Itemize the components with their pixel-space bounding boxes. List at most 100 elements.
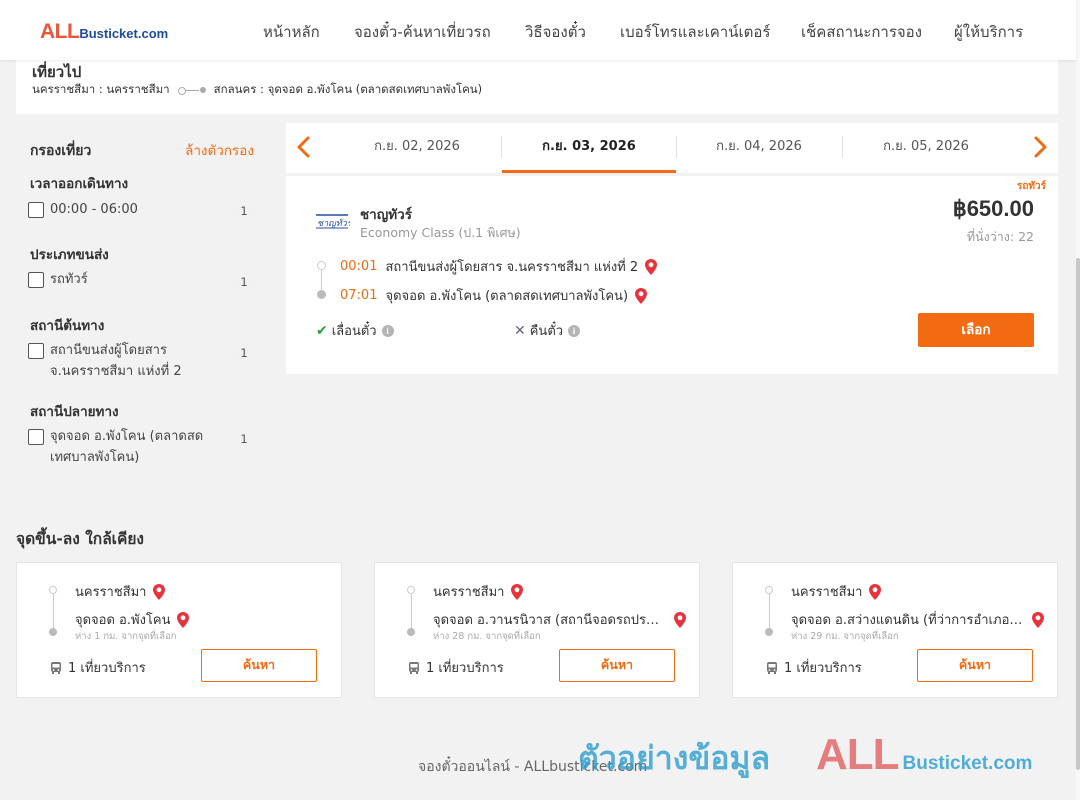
site-header: ALLBusticket.com หน้าหลัก จองตั๋ว-ค้นหาเ… [0, 0, 1076, 60]
watermark-logo: ALL Busticket.com [816, 730, 1032, 780]
filter-option-origin[interactable]: สถานีขนส่งผู้โดยสาร จ.นครราชสีมา แห่งที่… [28, 343, 258, 382]
bus-icon [409, 661, 419, 674]
nav-how-to-book[interactable]: วิธีจองตั๋ว [525, 20, 586, 44]
clear-filters-link[interactable]: ล้างตัวกรอง [185, 139, 254, 161]
operator-name: ชาญทัวร์ [360, 207, 412, 223]
date-tab-4[interactable]: ก.ย. 05, 2026 [842, 123, 1010, 173]
filter-group-departure-time: เวลาออกเดินทาง [30, 176, 129, 192]
reschedule-label: เลื่อนตั๋ว [331, 324, 377, 339]
filter-group-destination-station: สถานีปลายทาง [30, 404, 119, 420]
map-pin-icon[interactable] [673, 611, 687, 629]
nearby-search-button[interactable]: ค้นหา [559, 649, 675, 682]
date-tab-2-active[interactable]: ก.ย. 03, 2026 [502, 123, 676, 173]
cross-icon: ✕ [514, 322, 526, 339]
scrollbar-thumb[interactable] [1076, 258, 1080, 770]
prev-date-arrow-icon[interactable] [294, 133, 314, 161]
checkbox[interactable] [28, 343, 44, 359]
next-date-arrow-icon[interactable] [1030, 133, 1050, 161]
service-class: Economy Class (ป.1 พิเศษ) [360, 225, 521, 240]
bus-icon [51, 661, 61, 674]
checkbox[interactable] [28, 429, 44, 445]
svg-text:ชาญทัวร์: ชาญทัวร์ [317, 218, 350, 229]
timeline-end-dot [407, 628, 415, 636]
bus-icon [767, 661, 777, 674]
page-scrollbar[interactable] [1076, 0, 1080, 800]
departure-time: 00:01 [340, 259, 378, 274]
watermark-logo-rest: Busticket.com [902, 753, 1033, 774]
nearby-destination-name: จุดจอด อ.วานรนิวาส (สถานีจอดรถประจำทาง) [433, 613, 665, 628]
info-icon[interactable]: i [381, 324, 394, 337]
date-tab-3[interactable]: ก.ย. 04, 2026 [676, 123, 842, 173]
vehicle-type-tag: รถทัวร์ [1016, 181, 1046, 192]
nav-home[interactable]: หน้าหลัก [263, 20, 320, 44]
departure-place: สถานีขนส่งผู้โดยสาร จ.นครราชสีมา แห่งที่… [385, 260, 639, 275]
filter-title: กรองเที่ยว [30, 143, 92, 159]
nearby-origin: นครราชสีมา [433, 581, 524, 602]
filter-count-badge: 1 [232, 342, 256, 364]
nearby-trips-label: 1 เที่ยวบริการ [784, 661, 862, 676]
filter-option-label: รถทัวร์ [50, 272, 88, 287]
timeline-start-dot [407, 586, 415, 594]
trip-origin: นครราชสีมา : นครราชสีมา [32, 82, 170, 96]
nearby-destination: จุดจอด อ.วานรนิวาส (สถานีจอดรถประจำทาง) [433, 609, 687, 630]
timeline-start-dot [317, 261, 326, 270]
filter-count-badge: 1 [232, 200, 256, 222]
refund-label: คืนตั๋ว [529, 324, 564, 339]
check-icon: ✔ [316, 322, 328, 339]
nearby-trips-label: 1 เที่ยวบริการ [68, 661, 146, 676]
filter-option-label: สถานีขนส่งผู้โดยสาร จ.นครราชสีมา แห่งที่… [50, 343, 182, 379]
nearby-card: นครราชสีมา จุดจอด อ.สว่างแดนดิน (ที่ว่าก… [732, 562, 1058, 698]
filter-option-destination[interactable]: จุดจอด อ.พังโคน (ตลาดสดเทศบาลพังโคน) [28, 429, 258, 468]
map-pin-icon[interactable] [1031, 611, 1045, 629]
nav-check-booking[interactable]: เช็คสถานะการจอง [801, 20, 922, 44]
map-pin-icon[interactable] [176, 611, 190, 629]
filter-option-label: จุดจอด อ.พังโคน (ตลาดสดเทศบาลพังโคน) [50, 429, 204, 465]
map-pin-icon[interactable] [152, 583, 166, 601]
departure-stop: 00:01 สถานีขนส่งผู้โดยสาร จ.นครราชสีมา แ… [340, 256, 658, 277]
arrival-stop: 07:01 จุดจอด อ.พังโคน (ตลาดสดเทศบาลพังโค… [340, 285, 648, 306]
timeline-line [321, 270, 322, 290]
nearby-origin-name: นครราชสีมา [75, 585, 147, 600]
nearby-distance: ห่าง 1 กม. จากจุดที่เลือก [75, 631, 177, 642]
map-pin-icon[interactable] [634, 287, 648, 305]
nearby-origin-name: นครราชสีมา [791, 585, 863, 600]
timeline-line [410, 594, 412, 629]
filter-option-transport[interactable]: รถทัวร์ [28, 272, 258, 290]
filter-option-time[interactable]: 00:00 - 06:00 [28, 202, 258, 220]
filter-group-transport-type: ประเภทขนส่ง [30, 247, 109, 263]
info-icon[interactable]: i [568, 324, 581, 337]
filter-sidebar: กรองเที่ยว ล้างตัวกรอง เวลาออกเดินทาง 00… [16, 124, 272, 480]
filter-group-origin-station: สถานีต้นทาง [30, 318, 105, 334]
nearby-trip-count: 1 เที่ยวบริการ [407, 657, 504, 678]
timeline-start-dot [49, 586, 57, 594]
filter-option-label: 00:00 - 06:00 [50, 202, 138, 217]
nearby-card: นครราชสีมา จุดจอด อ.พังโคน ห่าง 1 กม. จา… [16, 562, 342, 698]
timeline-end-dot [317, 290, 326, 299]
arrival-place: จุดจอด อ.พังโคน (ตลาดสดเทศบาลพังโคน) [385, 289, 629, 304]
nav-contacts-counters[interactable]: เบอร์โทรและเคาน์เตอร์ [620, 20, 770, 44]
nearby-destination: จุดจอด อ.พังโคน [75, 609, 190, 630]
nearby-stops-title: จุดขึ้น-ลง ใกล้เคียง [16, 530, 145, 548]
main-nav: หน้าหลัก จองตั๋ว-ค้นหาเที่ยวรถ วิธีจองตั… [0, 20, 1076, 42]
map-pin-icon[interactable] [868, 583, 882, 601]
refund-policy: ✕ คืนตั๋ว i [514, 320, 581, 341]
timeline-end-dot [765, 628, 773, 636]
nav-book-search[interactable]: จองตั๋ว-ค้นหาเที่ยวรถ [354, 20, 491, 44]
nearby-origin: นครราชสีมา [75, 581, 166, 602]
date-tab-1[interactable]: ก.ย. 02, 2026 [328, 123, 506, 173]
nearby-search-button[interactable]: ค้นหา [917, 649, 1033, 682]
select-trip-button[interactable]: เลือก [918, 313, 1034, 347]
map-pin-icon[interactable] [644, 258, 658, 276]
map-pin-icon[interactable] [510, 583, 524, 601]
trip-route: นครราชสีมา : นครราชสีมา สกลนคร : จุดจอด … [32, 81, 482, 99]
nearby-trip-count: 1 เที่ยวบริการ [765, 657, 862, 678]
checkbox[interactable] [28, 272, 44, 288]
trip-result-card: รถทัวร์ ชาญทัวร์ ชาญทัวร์ Economy Class … [286, 176, 1058, 374]
reschedule-policy: ✔ เลื่อนตั๋ว i [316, 320, 394, 341]
nearby-destination: จุดจอด อ.สว่างแดนดิน (ที่ว่าการอำเภอสว่า… [791, 609, 1045, 630]
nav-operators[interactable]: ผู้ให้บริการ [954, 20, 1023, 44]
nearby-search-button[interactable]: ค้นหา [201, 649, 317, 682]
trip-destination: สกลนคร : จุดจอด อ.พังโคน (ตลาดสดเทศบาลพั… [213, 82, 483, 96]
nearby-trips-label: 1 เที่ยวบริการ [426, 661, 504, 676]
checkbox[interactable] [28, 202, 44, 218]
